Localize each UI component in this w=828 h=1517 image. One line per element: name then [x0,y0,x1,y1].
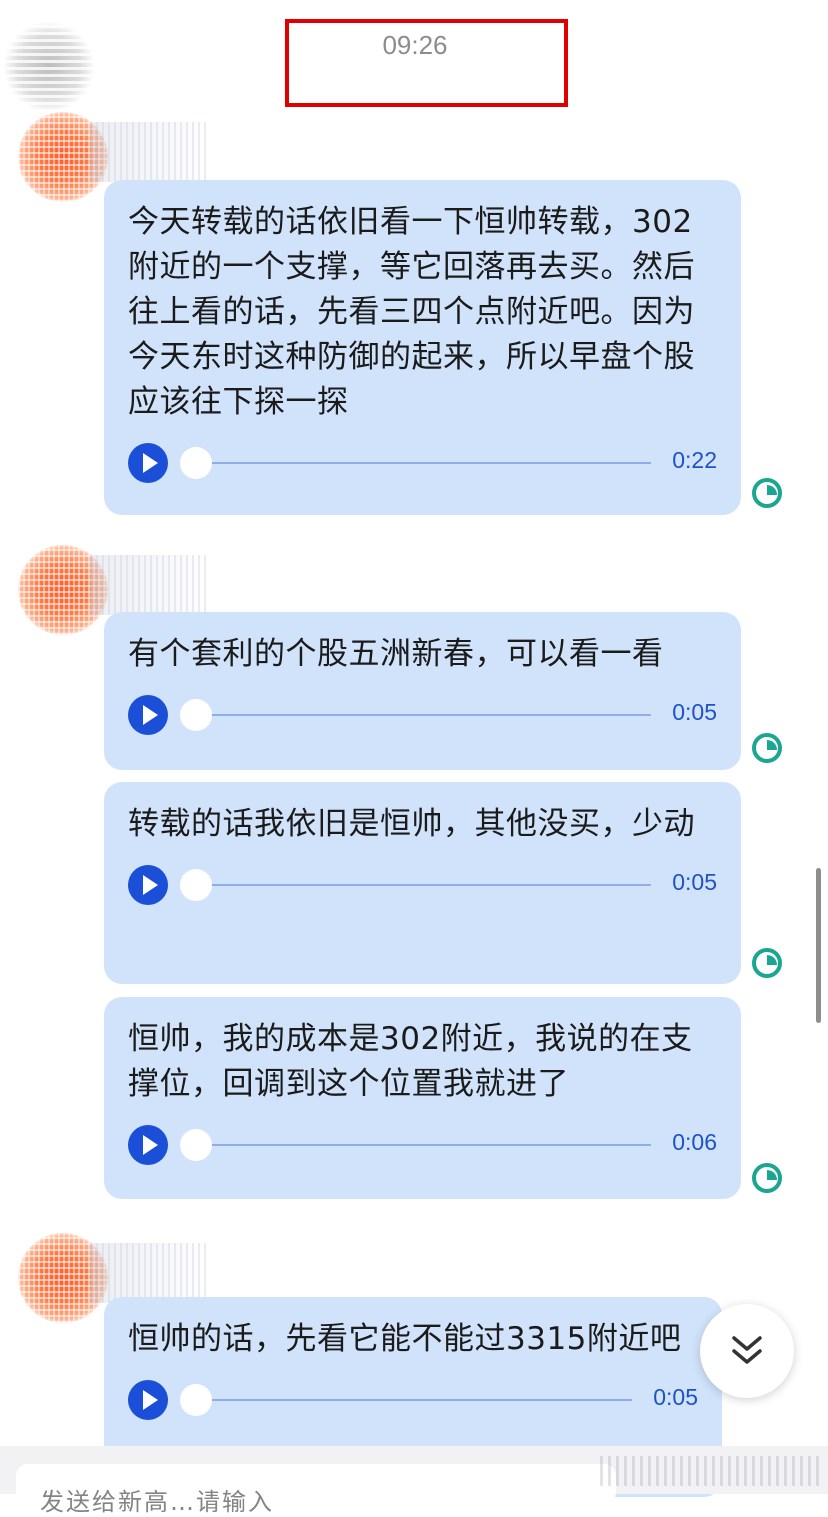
audio-progress-handle[interactable] [180,1384,212,1416]
play-icon[interactable] [128,1380,168,1420]
audio-duration: 0:06 [672,1129,717,1155]
scroll-to-bottom-button[interactable] [700,1304,794,1398]
voice-message-bubble[interactable]: 有个套利的个股五洲新春，可以看一看 0:05 [104,612,741,770]
voice-message-bubble[interactable]: 恒帅，我的成本是302附近，我说的在支撑位，回调到这个位置我就进了 0:06 [104,997,741,1199]
voice-message-bubble[interactable]: 今天转载的话依旧看一下恒帅转载，302附近的一个支撑，等它回落再去买。然后往上看… [104,180,741,515]
audio-player[interactable]: 0:05 [128,865,717,905]
audio-progress-track[interactable] [186,884,651,886]
message-text: 今天转载的话依旧看一下恒帅转载，302附近的一个支撑，等它回落再去买。然后往上看… [128,204,695,420]
message-text: 恒帅，我的成本是302附近，我说的在支撑位，回调到这个位置我就进了 [128,1021,693,1102]
audio-duration: 0:22 [672,447,717,473]
sender-name-blurred [90,555,210,615]
audio-duration: 0:05 [672,869,717,895]
avatar[interactable] [4,22,94,112]
play-icon[interactable] [128,865,168,905]
message-text: 有个套利的个股五洲新春，可以看一看 [128,636,664,672]
play-icon[interactable] [128,443,168,483]
voice-message-bubble[interactable]: 转载的话我依旧是恒帅，其他没买，少动 0:05 [104,782,741,984]
play-icon[interactable] [128,695,168,735]
audio-progress-handle[interactable] [180,447,212,479]
input-placeholder: 发送给新高…请输入 [40,1488,274,1516]
message-text: 转载的话我依旧是恒帅，其他没买，少动 [128,806,695,842]
audio-duration: 0:05 [653,1384,698,1410]
sender-name-blurred [90,1243,210,1303]
double-chevron-down-icon [732,1336,762,1364]
audio-progress-handle[interactable] [180,1129,212,1161]
audio-progress-track[interactable] [186,462,651,464]
play-icon[interactable] [128,1125,168,1165]
read-status-icon [752,1163,788,1199]
toolbar-blurred [600,1456,820,1486]
read-status-icon [752,478,788,514]
audio-progress-track[interactable] [186,714,651,716]
audio-player[interactable]: 0:06 [128,1125,717,1165]
audio-progress-track[interactable] [186,1144,651,1146]
audio-progress-handle[interactable] [180,869,212,901]
message-text: 恒帅的话，先看它能不能过3315附近吧 [128,1321,682,1357]
sender-name-blurred [90,122,210,182]
audio-player[interactable]: 0:05 [128,1380,698,1420]
audio-player[interactable]: 0:22 [128,443,717,483]
audio-player[interactable]: 0:05 [128,695,717,735]
highlight-box [285,19,568,107]
audio-duration: 0:05 [672,699,717,725]
audio-progress-handle[interactable] [180,699,212,731]
read-status-icon [752,733,788,769]
read-status-icon [752,948,788,984]
audio-progress-track[interactable] [186,1399,632,1401]
scrollbar[interactable] [816,868,821,1023]
